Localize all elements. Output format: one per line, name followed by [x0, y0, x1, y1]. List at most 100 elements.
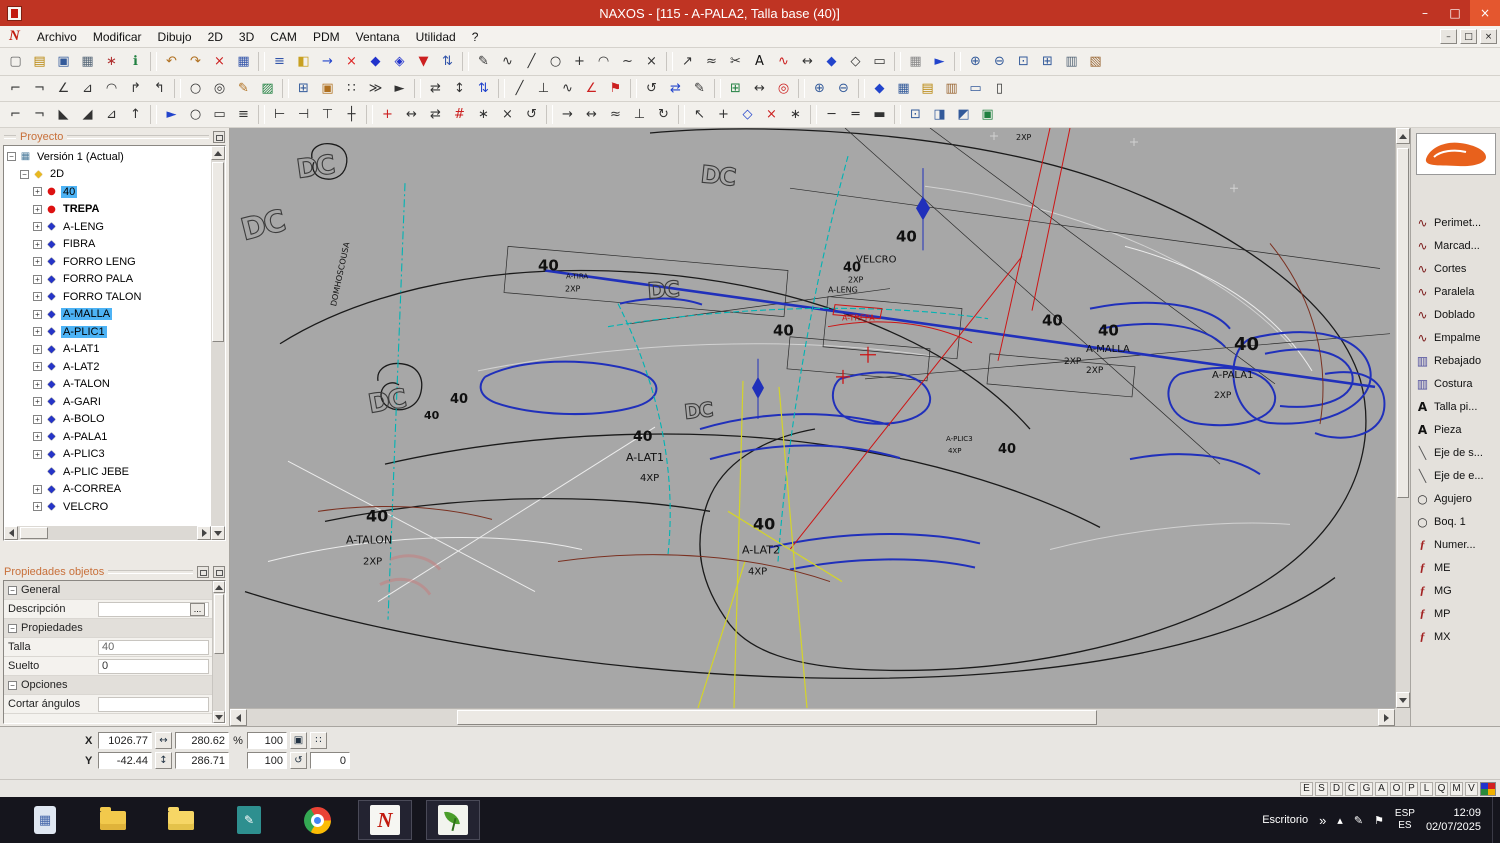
angle2-icon[interactable]: ∠	[580, 78, 603, 99]
tool-item[interactable]: ○ Boq. 1	[1411, 510, 1500, 533]
rect-icon[interactable]: ▭	[868, 51, 891, 72]
notification-flag-icon[interactable]: ⚑	[1374, 814, 1384, 827]
extend-icon[interactable]: ↱	[124, 78, 147, 99]
zoom-in-icon[interactable]: ⊕	[964, 51, 987, 72]
perp-icon[interactable]: ⊥	[532, 78, 555, 99]
tree-item[interactable]: − 2D	[7, 166, 211, 184]
copy-icon[interactable]: ⊞	[292, 78, 315, 99]
tool-item[interactable]: A Pieza	[1411, 418, 1500, 441]
menu-item[interactable]: Utilidad	[408, 28, 464, 46]
panel-close-icon[interactable]	[213, 566, 225, 578]
y-value-field[interactable]: -42.44	[98, 752, 152, 769]
mode-letter[interactable]: A	[1375, 782, 1388, 796]
tree-item[interactable]: + A-BOLO	[7, 411, 211, 429]
freehand-icon[interactable]: ~	[616, 51, 639, 72]
mdi-minimize-button[interactable]: –	[1440, 29, 1457, 44]
tree-expander-icon[interactable]: +	[33, 310, 42, 319]
mdi-restore-button[interactable]: □	[1460, 29, 1477, 44]
property-row[interactable]: Talla 40	[4, 638, 212, 657]
snap-icon[interactable]: ×	[496, 104, 519, 125]
align-top-icon[interactable]: ⊤	[316, 104, 339, 125]
menu-item[interactable]: Modificar	[85, 28, 150, 46]
tool-item[interactable]: ƒ MX	[1411, 625, 1500, 648]
dimension-icon[interactable]: ↔	[748, 78, 771, 99]
restore-button[interactable]: □	[1440, 0, 1470, 26]
canvas-vscrollbar[interactable]	[1395, 128, 1410, 708]
half-icon[interactable]: ◨	[928, 104, 951, 125]
tree-expander-icon[interactable]: +	[33, 362, 42, 371]
close-button[interactable]: ×	[1470, 0, 1500, 26]
property-value-field[interactable]: ...	[98, 602, 209, 617]
tree-expander-icon[interactable]: +	[33, 345, 42, 354]
mode-letter[interactable]: G	[1360, 782, 1373, 796]
property-row[interactable]: Descripción ...	[4, 600, 212, 619]
scroll-left-icon[interactable]	[4, 526, 18, 540]
wave3-icon[interactable]: ≈	[604, 104, 627, 125]
add-point-icon[interactable]: +	[376, 104, 399, 125]
dline-icon[interactable]: ═	[844, 104, 867, 125]
new-icon[interactable]: ▢	[4, 51, 27, 72]
grid-toggle-icon[interactable]: ∷	[310, 732, 327, 749]
canvas-svg[interactable]: 40A-TIRA2XPDOMHOSCOUSA2XP40VELCRO402XPA-…	[230, 128, 1395, 708]
notch-icon[interactable]: ∿	[772, 51, 795, 72]
scroll-left-icon[interactable]	[230, 709, 247, 726]
sheet-icon[interactable]: ▤	[916, 78, 939, 99]
property-value-field[interactable]: 0	[98, 659, 209, 674]
slash-icon[interactable]: ╱	[508, 78, 531, 99]
panel-options-icon[interactable]	[197, 566, 209, 578]
rectsel-icon[interactable]: ▭	[208, 104, 231, 125]
target-icon[interactable]: ◎	[772, 78, 795, 99]
align-right-icon[interactable]: ⊣	[292, 104, 315, 125]
mode-letter[interactable]: V	[1465, 782, 1478, 796]
mode-letter[interactable]: P	[1405, 782, 1418, 796]
play-icon[interactable]: ►	[388, 78, 411, 99]
resize-icon[interactable]: ↕	[448, 78, 471, 99]
tree-expander-icon[interactable]: +	[33, 205, 42, 214]
desktop-toolbar-label[interactable]: Escritorio	[1262, 814, 1308, 826]
redo-icon[interactable]: ↷	[184, 51, 207, 72]
pencil-icon[interactable]: ✎	[472, 51, 495, 72]
property-row[interactable]: − Opciones	[4, 676, 212, 695]
delete-icon[interactable]: ×	[208, 51, 231, 72]
calculator-icon[interactable]: ▦	[18, 800, 72, 840]
tree-expander-icon[interactable]: +	[33, 415, 42, 424]
flag2-icon[interactable]: ⚑	[604, 78, 627, 99]
open-icon[interactable]: ▤	[28, 51, 51, 72]
piece2-icon[interactable]: ◆	[868, 78, 891, 99]
rotate-icon[interactable]: ↺	[640, 78, 663, 99]
wave-icon[interactable]: ≈	[700, 51, 723, 72]
manual-icon[interactable]: ▧	[1084, 51, 1107, 72]
menu-item[interactable]: Dibujo	[150, 28, 200, 46]
mode-letter[interactable]: D	[1330, 782, 1343, 796]
tree-vscrollbar[interactable]	[211, 146, 225, 540]
menu-item[interactable]: 3D	[231, 28, 262, 46]
move-icon[interactable]: ↔	[400, 104, 423, 125]
save-icon[interactable]: ▣	[52, 51, 75, 72]
minimize-button[interactable]: –	[1410, 0, 1440, 26]
select2-icon[interactable]: ►	[160, 104, 183, 125]
tree-expander-icon[interactable]: +	[33, 432, 42, 441]
tree-item[interactable]: + TREPA	[7, 201, 211, 219]
scissors-icon[interactable]: ✂	[724, 51, 747, 72]
tree-item[interactable]: + A-PLIC3	[7, 446, 211, 464]
notes-icon[interactable]: ✎	[222, 800, 276, 840]
tool-item[interactable]: ƒ Numer...	[1411, 533, 1500, 556]
hatch-icon[interactable]: ▨	[256, 78, 279, 99]
tag-icon[interactable]: ▯	[988, 78, 1011, 99]
tool-item[interactable]: ∿ Marcad...	[1411, 234, 1500, 257]
property-row[interactable]: Suelto 0	[4, 657, 212, 676]
section-collapse-icon[interactable]: −	[8, 586, 17, 595]
tool-item[interactable]: ▥ Costura	[1411, 372, 1500, 395]
tool-item[interactable]: ƒ MP	[1411, 602, 1500, 625]
scroll-up-icon[interactable]	[213, 581, 225, 593]
scroll-down-icon[interactable]	[213, 711, 225, 723]
property-row[interactable]: Cortar ángulos	[4, 695, 212, 714]
tool-item[interactable]: ∿ Cortes	[1411, 257, 1500, 280]
width-value-field[interactable]: 280.62	[175, 732, 229, 749]
tree-expander-icon[interactable]: +	[33, 485, 42, 494]
chamfer-icon[interactable]: ⊿	[76, 78, 99, 99]
tree-item[interactable]: + 40	[7, 183, 211, 201]
tool-item[interactable]: ∿ Perimet...	[1411, 211, 1500, 234]
grid-icon[interactable]: ▦	[904, 51, 927, 72]
tool-item[interactable]: ƒ ME	[1411, 556, 1500, 579]
